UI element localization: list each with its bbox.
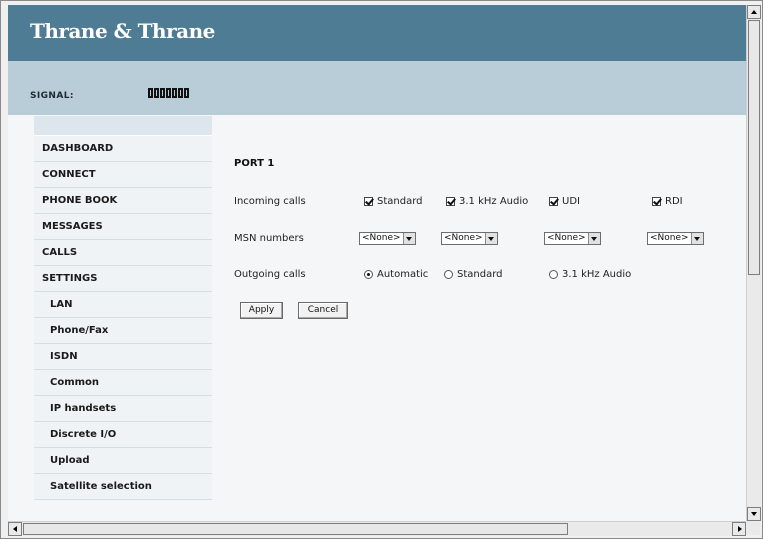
vertical-scrollbar[interactable]	[746, 5, 761, 521]
sidebar-top-spacer	[34, 116, 212, 136]
radio-unselected-icon	[444, 270, 453, 279]
vertical-scroll-thumb[interactable]	[748, 20, 760, 275]
msn-select-4[interactable]: <None>	[647, 232, 704, 245]
signal-strength-icon	[148, 88, 189, 98]
signal-bar-segment	[160, 88, 165, 98]
incoming-rdi-checkbox[interactable]: RDI	[652, 196, 683, 207]
msn-select-3-value: <None>	[547, 233, 586, 243]
msn-select-2[interactable]: <None>	[441, 232, 498, 245]
sidebar-item-dashboard[interactable]: DASHBOARD	[34, 136, 212, 162]
msn-select-1-value: <None>	[362, 233, 401, 243]
apply-button[interactable]: Apply	[240, 302, 283, 319]
signal-bar-segment	[154, 88, 159, 98]
signal-bar-segment	[166, 88, 171, 98]
chevron-down-icon	[587, 233, 600, 244]
scroll-left-icon[interactable]	[8, 522, 22, 536]
msn-select-2-value: <None>	[444, 233, 483, 243]
scroll-up-icon[interactable]	[747, 5, 761, 19]
signal-bar-segment	[148, 88, 153, 98]
sidebar-item-connect[interactable]: CONNECT	[34, 162, 212, 188]
scroll-right-icon[interactable]	[732, 522, 746, 536]
horizontal-scrollbar[interactable]	[8, 521, 746, 536]
sidebar-item-settings[interactable]: SETTINGS	[34, 266, 212, 292]
sidebar-item-isdn[interactable]: ISDN	[34, 344, 212, 370]
incoming-calls-label: Incoming calls	[234, 196, 306, 207]
page-viewport: Thrane & Thrane SIGNAL: DASHBOARD CONNEC…	[8, 5, 746, 521]
checkbox-checked-icon	[446, 197, 455, 206]
chevron-down-icon	[402, 233, 415, 244]
incoming-udi-checkbox[interactable]: UDI	[549, 196, 580, 207]
checkbox-checked-icon	[549, 197, 558, 206]
signal-bar-segment	[172, 88, 177, 98]
incoming-3-1-khz-label: 3.1 kHz Audio	[459, 196, 529, 207]
sidebar-item-upload[interactable]: Upload	[34, 448, 212, 474]
radio-selected-icon	[364, 270, 373, 279]
outgoing-standard-label: Standard	[457, 269, 503, 280]
incoming-standard-label: Standard	[377, 196, 423, 207]
incoming-udi-label: UDI	[562, 196, 580, 207]
sidebar-item-discrete-io[interactable]: Discrete I/O	[34, 422, 212, 448]
msn-select-4-value: <None>	[650, 233, 689, 243]
port-title: PORT 1	[234, 158, 275, 169]
signal-bar-segment	[178, 88, 183, 98]
outgoing-automatic-label: Automatic	[377, 269, 429, 280]
outgoing-3-1-khz-label: 3.1 kHz Audio	[562, 269, 632, 280]
checkbox-checked-icon	[364, 197, 373, 206]
outgoing-automatic-radio[interactable]: Automatic	[364, 269, 428, 280]
sidebar-item-phone-fax[interactable]: Phone/Fax	[34, 318, 212, 344]
signal-bar-segment	[184, 88, 189, 98]
brand-logo: Thrane & Thrane	[30, 19, 215, 43]
sidebar-item-lan[interactable]: LAN	[34, 292, 212, 318]
sidebar-item-phone-book[interactable]: PHONE BOOK	[34, 188, 212, 214]
radio-unselected-icon	[549, 270, 558, 279]
cancel-button[interactable]: Cancel	[298, 302, 348, 319]
checkbox-checked-icon	[652, 197, 661, 206]
sidebar-item-satellite-selection[interactable]: Satellite selection	[34, 474, 212, 500]
signal-label: SIGNAL:	[30, 91, 74, 101]
incoming-3-1-khz-checkbox[interactable]: 3.1 kHz Audio	[446, 196, 528, 207]
sidebar-item-messages[interactable]: MESSAGES	[34, 214, 212, 240]
sidebar-item-ip-handsets[interactable]: IP handsets	[34, 396, 212, 422]
horizontal-scroll-thumb[interactable]	[23, 523, 568, 535]
incoming-standard-checkbox[interactable]: Standard	[364, 196, 423, 207]
msn-numbers-label: MSN numbers	[234, 233, 304, 244]
msn-select-1[interactable]: <None>	[359, 232, 416, 245]
outgoing-3-1-khz-radio[interactable]: 3.1 kHz Audio	[549, 269, 631, 280]
scroll-down-icon[interactable]	[747, 507, 761, 521]
incoming-rdi-label: RDI	[665, 196, 683, 207]
sidebar-item-common[interactable]: Common	[34, 370, 212, 396]
msn-select-3[interactable]: <None>	[544, 232, 601, 245]
scrollbar-corner	[746, 521, 760, 535]
outgoing-standard-radio[interactable]: Standard	[444, 269, 503, 280]
outgoing-calls-label: Outgoing calls	[234, 269, 306, 280]
chevron-down-icon	[484, 233, 497, 244]
sidebar-nav: DASHBOARD CONNECT PHONE BOOK MESSAGES CA…	[34, 116, 212, 500]
signal-bar: SIGNAL:	[8, 61, 746, 115]
header-bar: Thrane & Thrane	[8, 5, 746, 61]
sidebar-item-calls[interactable]: CALLS	[34, 240, 212, 266]
chevron-down-icon	[690, 233, 703, 244]
